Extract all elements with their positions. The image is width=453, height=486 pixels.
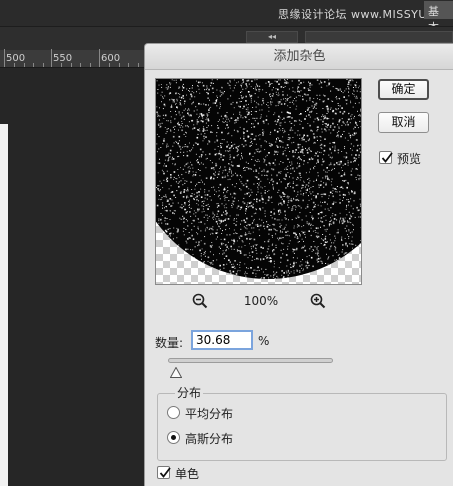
cancel-button[interactable]: 取消 — [378, 112, 429, 133]
amount-label: 数量: — [155, 336, 184, 350]
amount-input[interactable] — [191, 330, 253, 350]
panel-dock-strip[interactable] — [305, 31, 453, 43]
ruler-label-500: 500 — [6, 53, 26, 64]
checkmark-icon — [159, 467, 171, 478]
radio-gaussian[interactable] — [167, 431, 180, 444]
ruler-tick — [128, 63, 129, 67]
horizontal-ruler: 500 550 600 — [0, 49, 150, 68]
ruler-tick — [99, 49, 100, 67]
ruler-tick — [43, 63, 44, 67]
monochromatic-label: 单色 — [175, 467, 200, 481]
ruler-label-550: 550 — [53, 53, 73, 64]
monochromatic-checkbox[interactable] — [157, 466, 171, 479]
checkmark-icon — [381, 152, 393, 163]
ruler-label-600: 600 — [101, 53, 121, 64]
ok-button[interactable]: 确定 — [378, 79, 429, 100]
zoom-in-icon[interactable] — [309, 292, 327, 310]
ruler-tick — [61, 63, 62, 67]
ruler-tick — [51, 49, 52, 67]
distribution-group — [157, 393, 447, 461]
document-canvas[interactable] — [0, 68, 150, 486]
app-top-bar: 思缘设计论坛 www.MISSYUAN.COM 基本 — [0, 0, 453, 34]
radio-uniform-label: 平均分布 — [185, 407, 234, 421]
amount-slider-thumb[interactable] — [169, 363, 183, 378]
zoom-level: 100% — [243, 294, 279, 308]
ruler-tick — [71, 63, 72, 67]
document-page-edge — [0, 124, 8, 486]
preview-label: 预览 — [397, 152, 422, 166]
ruler-tick — [4, 49, 5, 67]
ruler-tick — [33, 63, 34, 67]
ruler-tick — [109, 63, 110, 67]
dialog-title[interactable]: 添加杂色 — [145, 44, 453, 70]
zoom-out-icon[interactable] — [191, 292, 209, 310]
preview-zoom-controls: 100% — [155, 292, 362, 310]
add-noise-dialog: 添加杂色 100% 确定 取消 预览 数量: % 分布 平均分布 高斯分布 单色 — [144, 43, 453, 486]
collapse-panels-button[interactable]: ◂◂ — [246, 31, 298, 43]
amount-unit: % — [258, 334, 270, 348]
ruler-tick — [138, 63, 139, 67]
ruler-tick — [119, 63, 120, 67]
ruler-tick — [24, 63, 25, 67]
radio-gaussian-label: 高斯分布 — [185, 432, 234, 446]
ruler-tick — [80, 63, 81, 67]
radio-uniform[interactable] — [167, 406, 180, 419]
ruler-tick — [14, 63, 15, 67]
preview-checkbox[interactable] — [379, 151, 393, 164]
workspace-tab-basic[interactable]: 基本 — [424, 1, 453, 34]
filter-preview[interactable] — [155, 78, 362, 285]
radio-selected-dot — [171, 435, 176, 440]
noise-preview-image — [156, 79, 361, 279]
distribution-title: 分布 — [175, 384, 204, 401]
ruler-tick — [90, 63, 91, 67]
amount-slider-track[interactable] — [168, 358, 333, 363]
